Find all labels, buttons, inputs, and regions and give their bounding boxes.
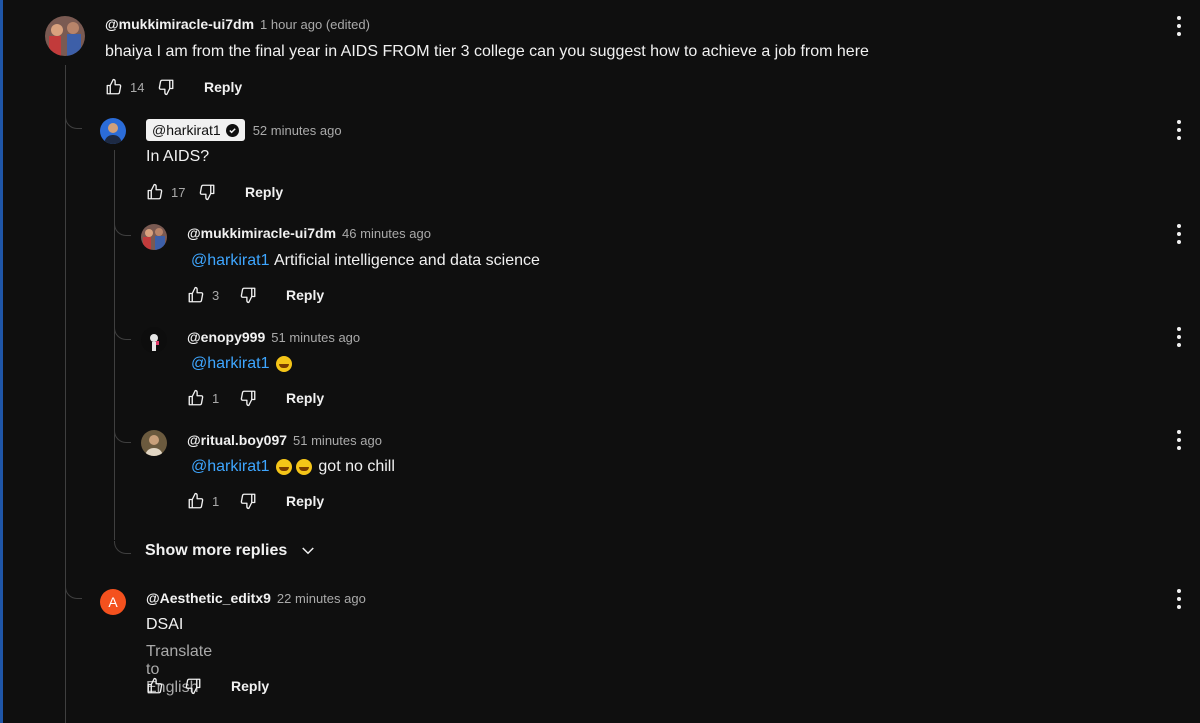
reply-button[interactable]: Reply [286, 493, 324, 509]
thumbs-up-icon [188, 389, 204, 406]
mention-link[interactable]: @harkirat1 [191, 458, 270, 476]
like-button[interactable] [145, 182, 165, 202]
like-button[interactable] [186, 491, 206, 511]
comment-menu-button[interactable] [1175, 118, 1183, 142]
comment-text: In AIDS? [146, 148, 210, 165]
three-dots-vertical-icon [1177, 120, 1181, 124]
window-edge-accent [0, 0, 3, 723]
laughing-emoji-icon [275, 459, 292, 475]
reply-button[interactable]: Reply [231, 678, 269, 694]
comment-menu-button[interactable] [1175, 222, 1183, 246]
three-dots-vertical-icon [1177, 327, 1181, 331]
three-dots-vertical-icon [1177, 589, 1181, 593]
thread-connector [65, 116, 82, 129]
like-button[interactable] [145, 676, 165, 696]
comment-timestamp[interactable]: 22 minutes ago [277, 591, 366, 606]
comment-text: @harkirat1 got no chill [191, 458, 395, 476]
dislike-button[interactable] [197, 182, 217, 202]
like-button[interactable] [104, 77, 124, 97]
thumbs-up-icon [188, 286, 204, 303]
like-count: 3 [212, 287, 220, 303]
comment-timestamp[interactable]: 51 minutes ago [271, 330, 360, 345]
comment-author[interactable]: @mukkimiracle-ui7dm [187, 225, 336, 241]
comment-text: @harkirat1 [191, 355, 294, 373]
like-button[interactable] [186, 285, 206, 305]
comment-text-content: got no chill [318, 458, 395, 475]
comment-author[interactable]: @enopy999 [187, 329, 265, 345]
reply-button[interactable]: Reply [286, 390, 324, 406]
thread-connector [114, 541, 131, 554]
like-count: 17 [171, 184, 186, 200]
three-dots-vertical-icon [1177, 224, 1181, 228]
dislike-button[interactable] [156, 77, 176, 97]
comment-author[interactable]: @Aesthetic_editx9 [146, 590, 271, 606]
thumbs-down-icon [185, 678, 201, 695]
laughing-emoji-icon [275, 356, 292, 372]
dislike-button[interactable] [238, 491, 258, 511]
thumbs-up-icon [147, 677, 163, 694]
thread-connector [114, 327, 131, 340]
comment-menu-button[interactable] [1175, 587, 1183, 611]
comment-menu-button[interactable] [1175, 14, 1183, 38]
like-count: 1 [212, 390, 220, 406]
thumbs-down-icon [199, 184, 215, 201]
comment-text: bhaiya I am from the final year in AIDS … [105, 43, 869, 60]
thumbs-up-icon [106, 78, 122, 95]
comment-author[interactable]: @ritual.boy097 [187, 432, 287, 448]
thumbs-down-icon [240, 493, 256, 510]
dislike-button[interactable] [183, 676, 203, 696]
reply-button[interactable]: Reply [286, 287, 324, 303]
avatar[interactable] [141, 327, 167, 353]
like-count: 1 [212, 493, 220, 509]
reply-button[interactable]: Reply [204, 79, 242, 95]
laughing-emoji-icon [295, 459, 312, 475]
avatar[interactable] [45, 16, 85, 56]
like-count: 14 [130, 79, 145, 95]
comment-text: DSAI [146, 616, 184, 633]
avatar[interactable] [100, 118, 126, 144]
thread-line [114, 150, 115, 540]
thumbs-up-icon [188, 492, 204, 509]
comment-timestamp[interactable]: 46 minutes ago [342, 226, 431, 241]
three-dots-vertical-icon [1177, 430, 1181, 434]
thread-connector [114, 430, 131, 443]
creator-author-chip[interactable]: @harkirat1 [146, 119, 245, 141]
avatar[interactable] [141, 430, 167, 456]
thumbs-down-icon [240, 287, 256, 304]
avatar[interactable]: A [100, 589, 126, 615]
thumbs-down-icon [158, 79, 174, 96]
thread-connector [114, 223, 131, 236]
mention-link[interactable]: @harkirat1 [191, 252, 270, 270]
comment-menu-button[interactable] [1175, 428, 1183, 452]
comment-timestamp[interactable]: 52 minutes ago [253, 123, 342, 138]
comment-author[interactable]: @mukkimiracle-ui7dm [105, 16, 254, 32]
show-more-replies-label: Show more replies [145, 542, 288, 559]
avatar-letter: A [108, 594, 118, 610]
comment-timestamp[interactable]: 1 hour ago (edited) [260, 17, 370, 32]
avatar[interactable] [141, 224, 167, 250]
thread-connector [65, 586, 82, 599]
mention-link[interactable]: @harkirat1 [191, 355, 270, 373]
verified-check-icon [225, 123, 239, 137]
thumbs-up-icon [147, 183, 163, 200]
show-more-replies-button[interactable]: Show more replies [145, 542, 317, 560]
comment-menu-button[interactable] [1175, 325, 1183, 349]
thread-line [65, 65, 66, 723]
comment-author: @harkirat1 [152, 122, 221, 138]
dislike-button[interactable] [238, 285, 258, 305]
dislike-button[interactable] [238, 388, 258, 408]
comment-timestamp[interactable]: 51 minutes ago [293, 433, 382, 448]
chevron-down-icon [302, 547, 315, 555]
like-button[interactable] [186, 388, 206, 408]
comment-text: @harkirat1 Artificial intelligence and d… [191, 252, 540, 270]
thumbs-down-icon [240, 390, 256, 407]
reply-button[interactable]: Reply [245, 184, 283, 200]
three-dots-vertical-icon [1177, 16, 1181, 20]
comment-text-content: Artificial intelligence and data science [273, 252, 540, 269]
